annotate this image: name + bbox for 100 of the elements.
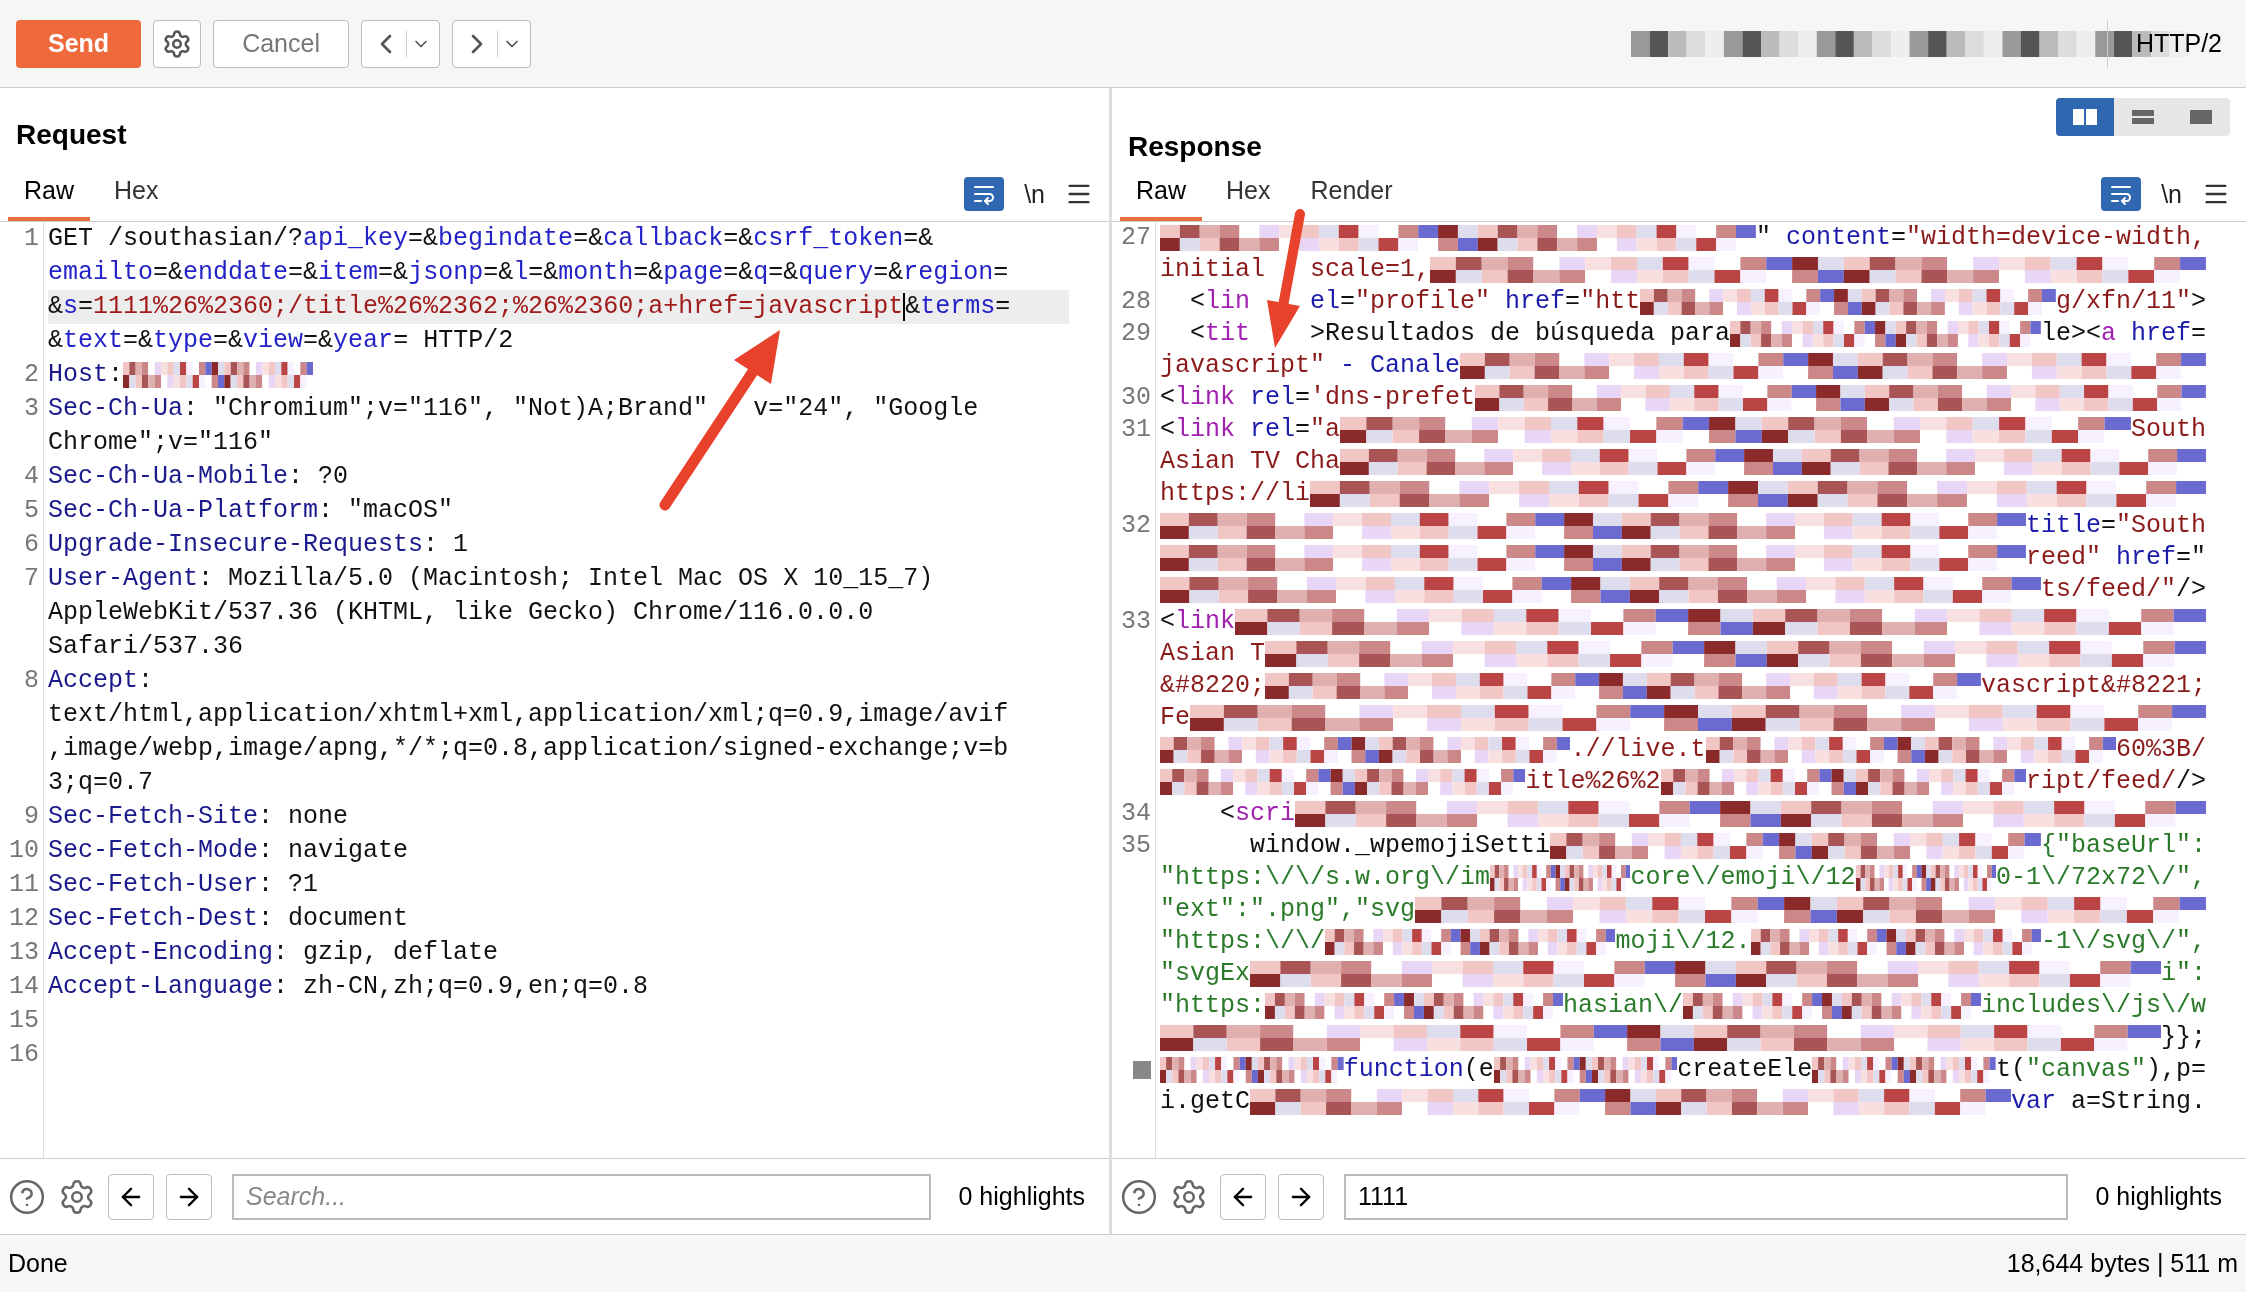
search-field[interactable]: 1111	[1344, 1173, 2068, 1220]
code-text: Sec-Ch-Ua-Platform	[48, 495, 319, 528]
settings-icon	[1170, 1177, 1208, 1216]
code-text: enddate	[183, 257, 289, 290]
code-text: 'dns-prefet	[1310, 382, 1476, 415]
line-number: 2	[24, 359, 39, 392]
code-text: :	[108, 359, 124, 392]
code-text: csrf_token	[753, 223, 904, 256]
previous-match-button[interactable]	[108, 1173, 154, 1220]
code-text: g/xfn/11"	[2055, 286, 2191, 319]
code-text: view	[243, 325, 304, 358]
line-number: 35	[1121, 830, 1151, 863]
line-number: 15	[9, 1005, 39, 1038]
code-text: terms	[920, 291, 996, 324]
code-text: ript/feed/	[2025, 766, 2176, 799]
code-text: a=String.	[2069, 1086, 2206, 1119]
code-text: : document	[258, 903, 409, 936]
code-text: page	[663, 257, 724, 290]
highlights-count: 0 highlights	[957, 1180, 1086, 1212]
code-text: =&	[633, 257, 664, 290]
previous-match-button[interactable]	[1220, 1173, 1266, 1220]
line-number: 4	[24, 461, 39, 494]
code-text: "https:\/\/	[1160, 926, 1326, 959]
code-text: : zh-CN,zh;q=0.9,en;q=0.8	[273, 971, 649, 1004]
code-text: : gzip, deflate	[273, 937, 499, 970]
search-field[interactable]: Search...	[232, 1173, 931, 1220]
status-text: Done	[8, 1247, 68, 1279]
code-text: Sec-Fetch-User	[48, 869, 259, 902]
text-cursor	[903, 293, 906, 321]
settings-button[interactable]	[1170, 1177, 1208, 1216]
code-text: "a	[1310, 414, 1341, 447]
code-text: https://li	[1160, 478, 1311, 511]
code-text: region	[903, 257, 994, 290]
help-button[interactable]	[1120, 1177, 1158, 1216]
help-button[interactable]	[8, 1177, 46, 1216]
code-text: =&	[528, 257, 559, 290]
wrap-lines-button[interactable]	[964, 177, 1005, 212]
code-text: =	[1890, 222, 1906, 255]
newline-toggle[interactable]: \n	[2161, 175, 2182, 213]
layout-toggle[interactable]	[2172, 97, 2230, 136]
next-match-button[interactable]	[1278, 1173, 1324, 1220]
line-number: 30	[1121, 382, 1151, 415]
code-text: s	[63, 291, 79, 324]
layout-toggle[interactable]	[2114, 97, 2172, 136]
help-icon	[1120, 1177, 1158, 1216]
editor-tab[interactable]: Render	[1294, 171, 1409, 221]
code-text: =	[993, 257, 1009, 290]
code-text: itle%26%2	[1525, 766, 1661, 799]
code-text: item	[318, 257, 379, 290]
editor-tab[interactable]: Hex	[98, 171, 175, 221]
code-text: =	[78, 291, 94, 324]
line-number: 13	[9, 937, 39, 970]
cancel-button[interactable]: Cancel	[213, 19, 349, 68]
code-text: =	[995, 291, 1011, 324]
code-text: "profile"	[1355, 286, 1491, 319]
code-text: : 1	[423, 529, 469, 562]
code-text: hasian\/	[1563, 990, 1683, 1023]
code-text: Asian T	[1160, 638, 1266, 671]
code-text: =	[1565, 286, 1581, 319]
code-text: GET /southasian/?	[48, 223, 304, 256]
code-text: href	[1504, 286, 1566, 319]
code-text: 0-1\/72x72\/",	[1995, 862, 2206, 895]
code-text: : "Chromium";v="116", "Not)A;Brand"	[183, 393, 709, 426]
layout-toggle[interactable]	[2056, 97, 2114, 136]
wrap-lines-button[interactable]	[2101, 177, 2142, 212]
code-text: = HTTP/2	[393, 325, 514, 358]
settings-button[interactable]	[153, 19, 202, 68]
editor-tab[interactable]: Hex	[1210, 171, 1287, 221]
code-text: 60%3B/	[2116, 734, 2206, 767]
protocol-label: HTTP/2	[2134, 27, 2223, 59]
line-number: 27	[1121, 222, 1151, 255]
code-text: =&	[213, 325, 244, 358]
settings-button[interactable]	[58, 1177, 96, 1216]
code-text: Sec-Fetch-Site	[48, 801, 259, 834]
line-number: 29	[1121, 318, 1151, 351]
code-text: "https:\/\/s.w.org\/im	[1160, 862, 1491, 895]
code-text: rel	[1249, 414, 1296, 447]
line-number: 3	[24, 393, 39, 426]
code-text: "	[1755, 222, 1771, 255]
code-text: {"baseUrl":	[2040, 830, 2206, 863]
code-text: =&	[408, 223, 439, 256]
line-number: 16	[9, 1039, 39, 1072]
code-text: : Mozilla/5.0 (Macintosh; Intel Mac OS X 10_15_7)	[198, 563, 934, 596]
code-text: =	[1295, 414, 1311, 447]
code-text: includes\/js\/w	[1980, 990, 2206, 1023]
code-text: jsonp	[408, 257, 484, 290]
code-text: &	[48, 291, 63, 324]
code-text: =&	[573, 223, 604, 256]
code-text: t(	[1995, 1054, 2026, 1087]
newline-toggle[interactable]: \n	[1024, 175, 1045, 213]
code-text: <	[1219, 798, 1235, 831]
code-text: "width=device-width,	[1905, 222, 2206, 255]
code-text: emailto	[48, 257, 154, 290]
next-match-button[interactable]	[166, 1173, 212, 1220]
code-text: Upgrade-Insecure-Requests	[48, 529, 424, 562]
code-text: <	[1189, 286, 1205, 319]
code-text: function	[1343, 1054, 1464, 1087]
code-text: Fe	[1160, 702, 1190, 735]
code-text: <	[1189, 318, 1205, 351]
code-text: "canvas"	[2025, 1054, 2146, 1087]
